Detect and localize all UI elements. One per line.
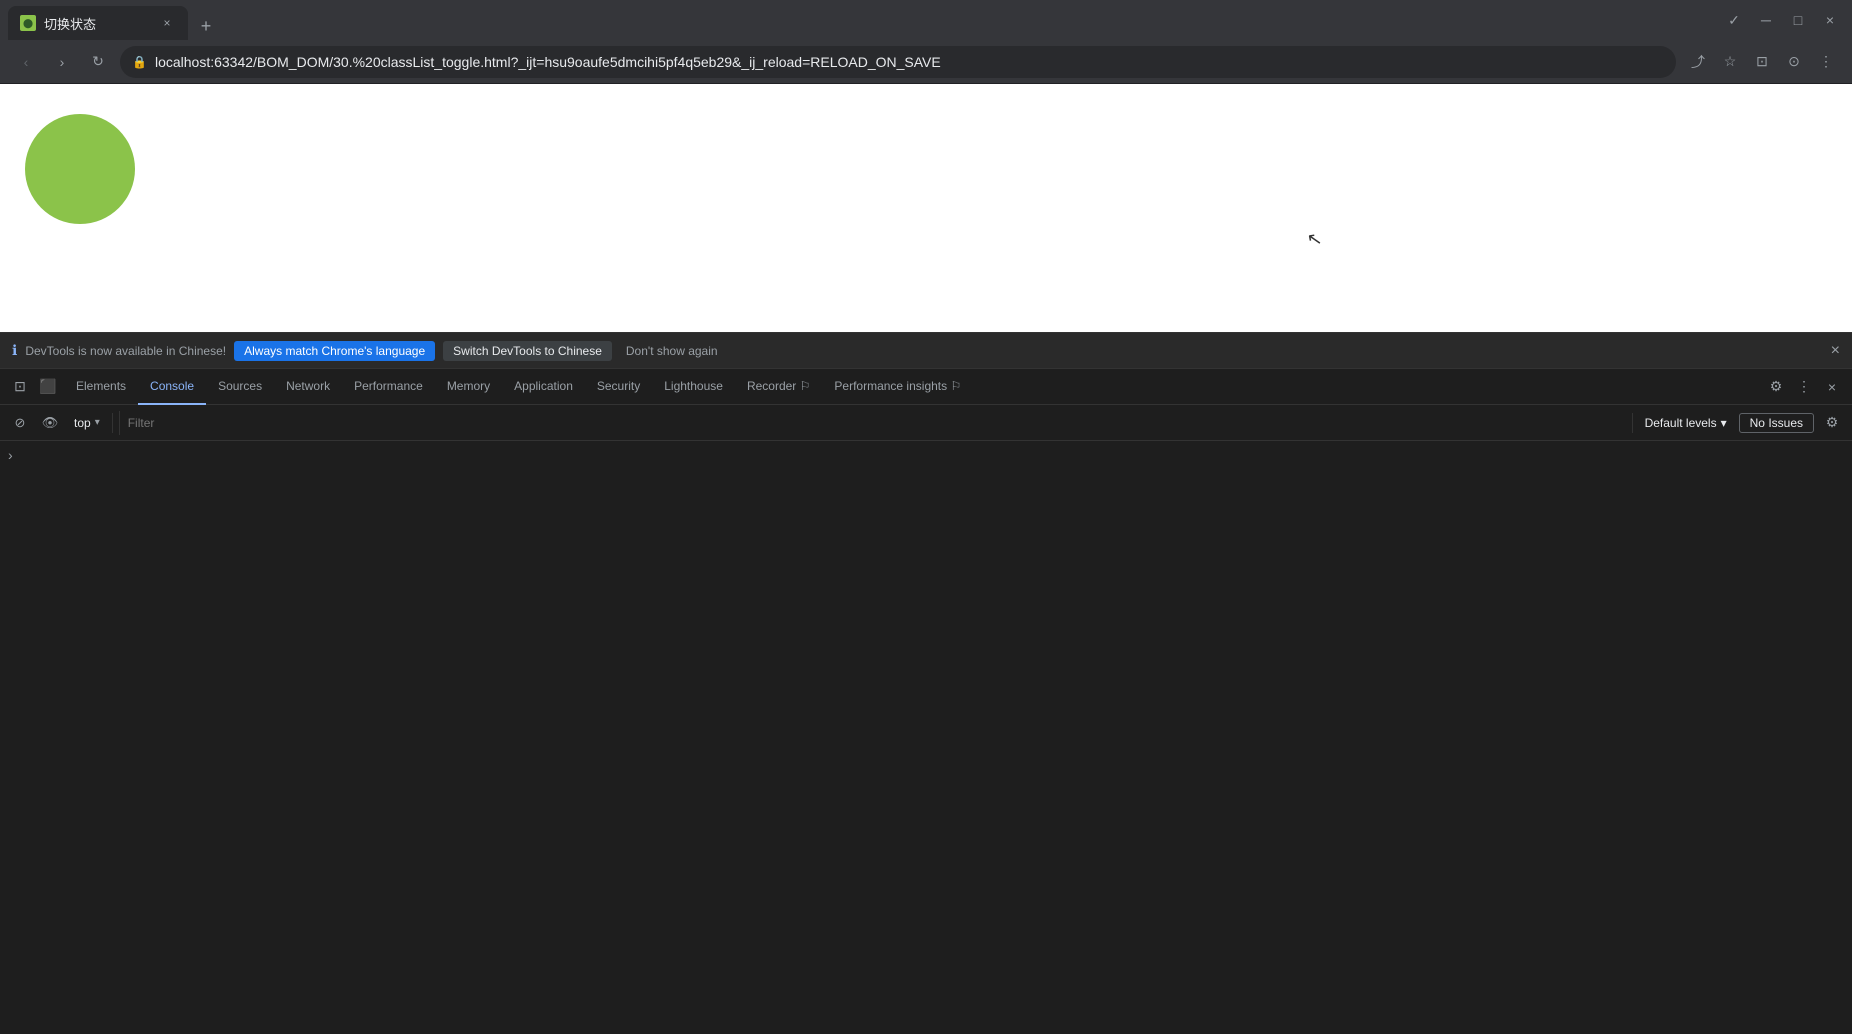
devtools-tab-list: Elements Console Sources Network Perform… (64, 369, 1760, 405)
devtools-more-tabs-icon[interactable]: ⋮ (1792, 375, 1816, 399)
tab-favicon: ⬤ (20, 15, 36, 31)
devtools-settings-icon[interactable]: ⚙ (1764, 375, 1788, 399)
toolbar: ‹ › ↻ 🔒 localhost:63342/BOM_DOM/30.%20cl… (0, 40, 1852, 84)
browser-window: ⬤ 切换状态 × + ✓ ─ □ × ‹ › ↻ 🔒 localhost:633… (0, 0, 1852, 1034)
bookmark-button[interactable]: ☆ (1716, 48, 1744, 76)
reload-button[interactable]: ↻ (84, 48, 112, 76)
devtools-panel: ℹ DevTools is now available in Chinese! … (0, 332, 1852, 1034)
tab-close-button[interactable]: × (158, 14, 176, 32)
devtools-left-icons: ⊡ ⬛ (4, 375, 64, 399)
maximize-button[interactable]: □ (1784, 6, 1812, 34)
devtools-right-icons: ⚙ ⋮ × (1760, 375, 1848, 399)
tab-security[interactable]: Security (585, 369, 652, 405)
dont-show-again-button[interactable]: Don't show again (620, 341, 724, 361)
more-button[interactable]: ⋮ (1812, 48, 1840, 76)
title-bar: ⬤ 切换状态 × + ✓ ─ □ × (0, 0, 1852, 40)
tab-strip: ⬤ 切换状态 × + (8, 0, 1720, 40)
tab-recorder[interactable]: Recorder ⚐ (735, 369, 822, 405)
devtools-notification-bar: ℹ DevTools is now available in Chinese! … (0, 333, 1852, 369)
devtools-inspect-icon[interactable]: ⊡ (8, 375, 32, 399)
address-bar[interactable]: 🔒 localhost:63342/BOM_DOM/30.%20classLis… (120, 46, 1676, 78)
chevron-down-icon: ▾ (95, 417, 100, 428)
filter-divider-2 (1632, 413, 1633, 433)
log-level-arrow-icon: ▾ (1721, 416, 1727, 430)
devtools-dock-button[interactable]: ✓ (1720, 6, 1748, 34)
tab-memory[interactable]: Memory (435, 369, 502, 405)
green-circle (25, 114, 135, 224)
browser-tab[interactable]: ⬤ 切换状态 × (8, 6, 188, 40)
log-level-label: Default levels (1645, 416, 1717, 430)
notification-text: DevTools is now available in Chinese! (25, 344, 226, 358)
extension-button[interactable]: ⊡ (1748, 48, 1776, 76)
console-filter-input[interactable] (119, 411, 1626, 435)
tab-title: 切换状态 (44, 14, 150, 33)
url-text: localhost:63342/BOM_DOM/30.%20classList_… (155, 54, 1664, 70)
forward-button[interactable]: › (48, 48, 76, 76)
filter-divider (112, 413, 113, 433)
tab-lighthouse[interactable]: Lighthouse (652, 369, 735, 405)
notification-close-button[interactable]: × (1831, 342, 1840, 360)
console-prompt-arrow-icon: › (8, 447, 13, 463)
switch-to-chinese-button[interactable]: Switch DevTools to Chinese (443, 341, 612, 361)
console-context-label: top (74, 416, 91, 430)
tab-elements[interactable]: Elements (64, 369, 138, 405)
devtools-tabs-bar: ⊡ ⬛ Elements Console Sources Network Per… (0, 369, 1852, 405)
new-tab-button[interactable]: + (192, 12, 220, 40)
lock-icon: 🔒 (132, 55, 147, 69)
tab-console[interactable]: Console (138, 369, 206, 405)
console-prompt-row: › (0, 445, 1852, 465)
window-controls: ✓ ─ □ × (1720, 6, 1844, 34)
toolbar-actions: ⤴ ☆ ⊡ ⊙ ⋮ (1684, 48, 1840, 76)
console-settings-icon[interactable]: ⚙ (1820, 411, 1844, 435)
close-button[interactable]: × (1816, 6, 1844, 34)
back-button[interactable]: ‹ (12, 48, 40, 76)
tab-application[interactable]: Application (502, 369, 585, 405)
tab-performance[interactable]: Performance (342, 369, 435, 405)
console-filter-button[interactable]: 👁 (38, 411, 62, 435)
info-icon: ℹ (12, 342, 17, 359)
tab-network[interactable]: Network (274, 369, 342, 405)
devtools-device-icon[interactable]: ⬛ (36, 375, 60, 399)
tab-performance-insights[interactable]: Performance insights ⚐ (822, 369, 973, 405)
log-level-selector[interactable]: Default levels ▾ (1639, 414, 1733, 432)
console-output: › (0, 441, 1852, 1034)
page-content: ↖ (0, 84, 1852, 332)
cursor: ↖ (1305, 228, 1324, 251)
console-context-selector[interactable]: top ▾ (68, 414, 106, 432)
always-match-language-button[interactable]: Always match Chrome's language (234, 341, 435, 361)
share-button[interactable]: ⤴ (1684, 48, 1712, 76)
profile-button[interactable]: ⊙ (1780, 48, 1808, 76)
console-clear-button[interactable]: ⊘ (8, 411, 32, 435)
no-issues-button[interactable]: No Issues (1739, 413, 1814, 433)
devtools-close-icon[interactable]: × (1820, 375, 1844, 399)
console-toolbar: ⊘ 👁 top ▾ Default levels ▾ No Issues ⚙ (0, 405, 1852, 441)
minimize-button[interactable]: ─ (1752, 6, 1780, 34)
tab-sources[interactable]: Sources (206, 369, 274, 405)
